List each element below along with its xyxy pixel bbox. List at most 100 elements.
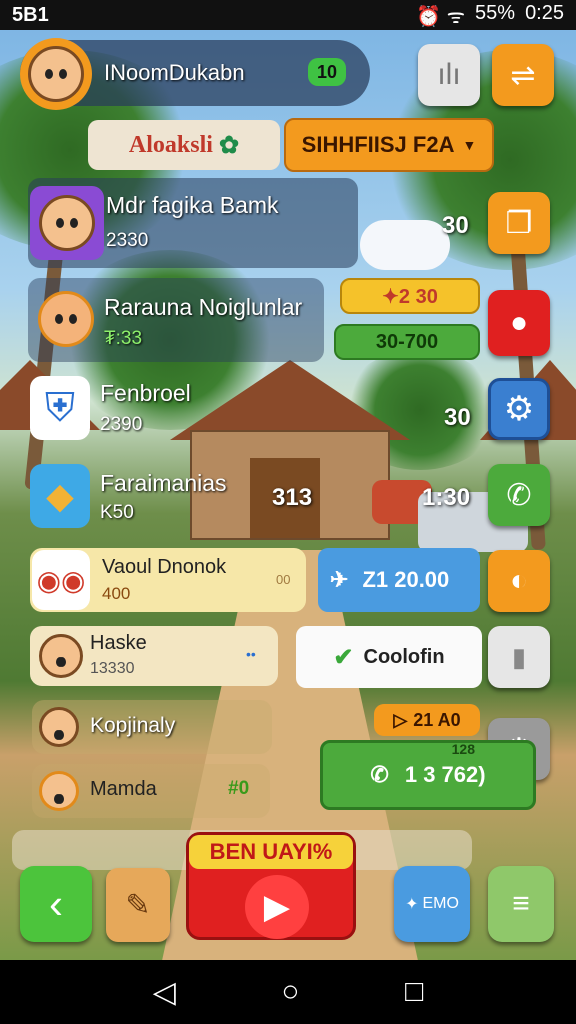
item-name: Kopjinaly bbox=[90, 714, 176, 737]
bomb-button[interactable]: ● bbox=[488, 290, 550, 356]
play-button[interactable]: BEN UAYI% ▶ bbox=[186, 832, 356, 940]
avatar-face-icon bbox=[39, 707, 79, 747]
chevron-left-icon: ‹ bbox=[49, 880, 63, 927]
avatar: ⛨ bbox=[30, 376, 90, 440]
plane-icon: ✈ bbox=[330, 567, 349, 592]
tab-right-dropdown[interactable]: SIHHFIISJ F2A ▼ bbox=[284, 118, 494, 172]
player-header[interactable]: INoomDukabn 10 bbox=[20, 38, 370, 110]
coolofin-button[interactable]: ✔ Coolofin bbox=[296, 626, 482, 688]
action-label: Coolofin bbox=[363, 645, 445, 668]
side-value: 30 bbox=[444, 404, 471, 431]
menu-button[interactable]: ≡ bbox=[488, 866, 554, 942]
pie-button[interactable]: ◐ bbox=[488, 550, 550, 612]
item-name: Mdr fagika Bamk bbox=[106, 192, 279, 218]
list-item[interactable]: Haske 13330 •• bbox=[30, 626, 278, 686]
map-icon: ✎ bbox=[125, 888, 151, 922]
flower-icon: ✿ bbox=[218, 132, 240, 159]
chevron-down-icon: ▼ bbox=[462, 137, 477, 153]
emo-label: EMO bbox=[422, 895, 459, 912]
phone-icon: ✆ bbox=[370, 762, 389, 787]
item-value: 400 bbox=[102, 584, 131, 603]
nav-back-icon[interactable]: ◁ bbox=[153, 975, 176, 1010]
item-value: 2330 bbox=[106, 230, 149, 251]
item-value: K50 bbox=[100, 502, 134, 523]
emo-button[interactable]: ✦ EMO bbox=[394, 866, 470, 942]
reward-text: 21 A0 bbox=[413, 709, 461, 730]
list-item[interactable]: ⛨ Fenbroel 2390 bbox=[28, 372, 198, 448]
menu-icon: ≡ bbox=[512, 887, 530, 920]
item-name: Haske bbox=[90, 632, 147, 654]
avatar: ◉◉ bbox=[32, 550, 90, 610]
avatar bbox=[30, 186, 104, 260]
star-icon: ✦ bbox=[405, 896, 419, 913]
item-name: Mamda bbox=[90, 778, 157, 800]
fox-icon: ◆ bbox=[46, 475, 74, 516]
side-value: 1:30 bbox=[422, 484, 471, 511]
flag-icon: ▷ bbox=[393, 709, 408, 730]
player-name: INoomDukabn bbox=[104, 60, 245, 85]
reward-badge: ✦2 30 bbox=[340, 278, 480, 314]
back-button[interactable]: ‹ bbox=[20, 866, 92, 942]
avatar bbox=[34, 700, 84, 754]
play-banner: BEN UAYI% bbox=[189, 835, 353, 869]
avatar bbox=[34, 626, 88, 686]
settings-button[interactable]: ⚙ bbox=[488, 378, 550, 440]
status-icons: ⏰ ᯤ bbox=[416, 5, 466, 28]
avatar-face-icon bbox=[28, 46, 84, 102]
cards-button[interactable]: ❐ bbox=[488, 192, 550, 254]
level-badge: 10 bbox=[308, 58, 346, 86]
pie-icon: ◐ bbox=[509, 564, 529, 597]
item-value: 13330 bbox=[90, 660, 135, 677]
bag-icon: ▮ bbox=[511, 641, 527, 672]
status-right: ⏰ ᯤ 55% 0:25 bbox=[416, 2, 564, 29]
item-value: 2390 bbox=[100, 414, 143, 435]
list-item[interactable]: ◆ Faraimanias K50 bbox=[28, 460, 248, 538]
shield-icon: ⛨ bbox=[45, 385, 75, 430]
progress-bar: 30-700 bbox=[334, 324, 480, 360]
map-button[interactable]: ✎ bbox=[106, 868, 170, 942]
item-name: Rarauna Noiglunlar bbox=[104, 294, 303, 320]
call-text: 1 3 762) bbox=[404, 762, 486, 787]
avatar bbox=[34, 282, 98, 356]
sliders-button[interactable]: ⇌ bbox=[492, 44, 554, 106]
avatar: ◆ bbox=[30, 464, 90, 528]
list-item[interactable]: Kopjinaly bbox=[32, 700, 272, 754]
item-name: Fenbroel bbox=[100, 380, 191, 406]
stats-button[interactable]: ılı bbox=[418, 44, 480, 106]
sliders-icon: ⇌ bbox=[510, 58, 536, 92]
list-item[interactable]: Rarauna Noiglunlar ₮:33 bbox=[28, 278, 324, 362]
checkmark-icon: ✔ bbox=[333, 643, 354, 671]
tab-right-label: SIHHFIISJ F2A bbox=[301, 132, 455, 157]
reward-badge-text: ✦2 30 bbox=[382, 285, 438, 308]
avatar-face-icon bbox=[39, 634, 83, 678]
action-label: Z1 20.00 bbox=[362, 567, 450, 592]
banner-text: BEN UAYI% bbox=[209, 839, 333, 864]
nav-recents-icon[interactable]: □ bbox=[405, 975, 423, 1009]
action-button[interactable]: ✈ Z1 20.00 bbox=[318, 548, 480, 612]
side-value: 30 bbox=[442, 212, 469, 239]
status-left: 5B1 bbox=[12, 3, 49, 26]
tab-left-label: Aloaksli bbox=[128, 131, 213, 158]
item-name: Vaoul Dnonok bbox=[102, 556, 227, 578]
phone-button[interactable]: ✆ bbox=[488, 464, 550, 526]
tab-left[interactable]: Aloaksli ✿ bbox=[88, 120, 280, 170]
bars-icon: ılı bbox=[437, 58, 461, 91]
call-panel[interactable]: ✆ 1 3 762) 128 bbox=[320, 740, 536, 810]
cards-icon: ❐ bbox=[505, 206, 533, 240]
list-item[interactable]: Mdr fagika Bamk 2330 bbox=[28, 178, 358, 268]
status-bar: 5B1 ⏰ ᯤ 55% 0:25 bbox=[0, 0, 576, 30]
nav-home-icon[interactable]: ○ bbox=[281, 975, 299, 1009]
mid-value: 313 bbox=[272, 484, 313, 511]
list-item[interactable]: Mamda #0 bbox=[32, 764, 270, 818]
item-mini: 00 bbox=[276, 572, 291, 587]
call-small: 128 bbox=[451, 741, 475, 757]
item-dots: •• bbox=[246, 646, 256, 662]
item-name: Faraimanias bbox=[100, 470, 227, 496]
phone-icon: ✆ bbox=[506, 478, 532, 512]
sunglasses-icon: ◉◉ bbox=[36, 564, 86, 596]
battery-text: 55% bbox=[475, 1, 516, 24]
player-avatar[interactable] bbox=[20, 38, 92, 110]
bag-button[interactable]: ▮ bbox=[488, 626, 550, 688]
list-item[interactable]: ◉◉ Vaoul Dnonok 400 00 bbox=[30, 548, 306, 612]
bomb-icon: ● bbox=[509, 306, 529, 339]
